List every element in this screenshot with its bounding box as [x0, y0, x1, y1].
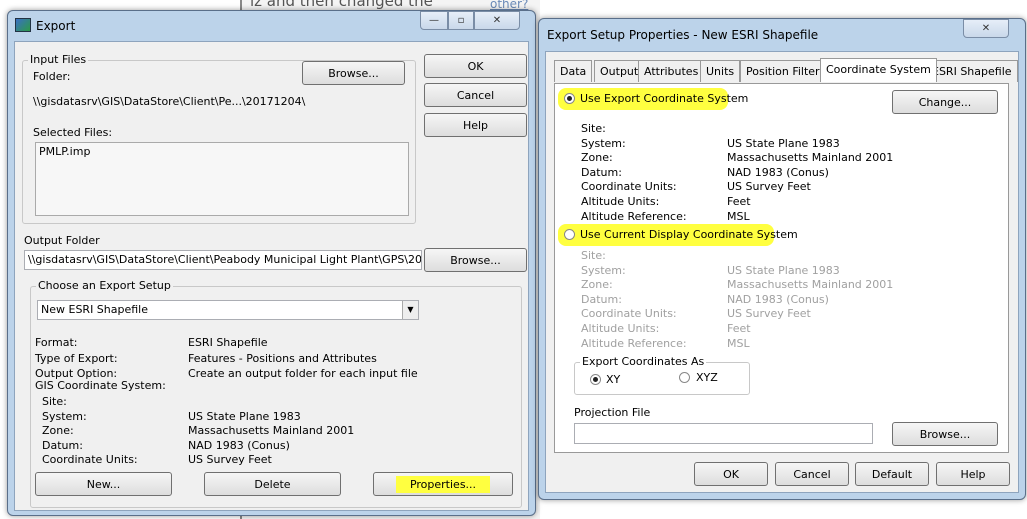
xyz-radio[interactable] [679, 372, 690, 383]
tab-strip: Data Output Attributes Units Position Fi… [554, 58, 1018, 84]
output-folder-field[interactable]: \\gisdatasrv\GIS\DataStore\Client\Peabod… [24, 250, 422, 270]
folder-label: Folder: [33, 70, 71, 83]
properties-button[interactable]: Properties... [373, 472, 513, 496]
input-browse-button[interactable]: Browse... [302, 61, 405, 85]
projection-file-field[interactable] [574, 423, 873, 444]
field-label: Datum: [42, 438, 83, 452]
field-label: Altitude Reference: [581, 336, 687, 350]
field-value: US State Plane 1983 [727, 136, 840, 150]
field-label: Coordinate Units: [581, 307, 677, 321]
field-label: Site: [42, 395, 67, 408]
new-button[interactable]: New... [35, 472, 172, 496]
export-dialog: Export — ▫ ✕ Input Files Folder: Browse.… [7, 10, 536, 516]
projection-file-label: Projection File [574, 406, 651, 419]
field-label: Zone: [42, 424, 74, 437]
field-label: System: [42, 409, 87, 423]
tab-units[interactable]: Units [700, 60, 741, 82]
field-value: ESRI Shapefile [188, 336, 268, 349]
properties-label: Properties... [395, 475, 491, 493]
change-button[interactable]: Change... [892, 90, 998, 114]
selected-files-label: Selected Files: [33, 126, 113, 139]
field-label: Altitude Units: [581, 322, 660, 335]
field-label: Site: [581, 249, 606, 262]
xy-radio[interactable] [590, 374, 601, 385]
xyz-label[interactable]: XYZ [696, 371, 718, 384]
field-value: MSL [727, 336, 750, 350]
app-icon [15, 18, 31, 32]
export-setup-value: New ESRI Shapefile [41, 303, 149, 316]
export-setup-select[interactable]: New ESRI Shapefile ▼ [37, 300, 419, 320]
field-value: US Survey Feet [188, 453, 272, 466]
field-label: Format: [35, 336, 78, 349]
field-value: MSL [727, 209, 750, 223]
field-value: US Survey Feet [727, 307, 811, 321]
tab-esri-shapefile[interactable]: ESRI Shapefile [926, 60, 1018, 82]
field-label: System: [581, 263, 626, 277]
field-label: Zone: [581, 278, 613, 292]
field-label: Site: [581, 122, 606, 135]
help-button[interactable]: Help [424, 113, 527, 137]
field-label: Zone: [581, 151, 613, 165]
projection-browse-button[interactable]: Browse... [892, 422, 998, 446]
field-label: Coordinate Units: [42, 453, 138, 466]
field-value: Create an output folder for each input f… [188, 367, 418, 380]
cancel-button[interactable]: Cancel [775, 462, 849, 486]
selected-files-list[interactable]: PMLP.imp [35, 142, 409, 216]
use-current-radio[interactable] [564, 229, 575, 240]
field-value: Massachusetts Mainland 2001 [188, 424, 355, 437]
field-value: Massachusetts Mainland 2001 [727, 151, 894, 165]
field-value: US State Plane 1983 [188, 409, 301, 423]
output-browse-button[interactable]: Browse... [424, 248, 527, 272]
tab-output[interactable]: Output [594, 60, 645, 82]
field-value: Features - Positions and Attributes [188, 351, 377, 365]
field-label: Datum: [581, 292, 622, 306]
tab-coordinate-system[interactable]: Coordinate System [820, 58, 937, 82]
field-label: Datum: [581, 165, 622, 179]
chevron-down-icon[interactable]: ▼ [402, 301, 418, 319]
use-export-label[interactable]: Use Export Coordinate System [580, 92, 748, 105]
background-text: iz and then changed the [250, 0, 433, 10]
help-button[interactable]: Help [936, 462, 1010, 486]
close-button[interactable]: ✕ [963, 19, 1009, 38]
field-value: US State Plane 1983 [727, 263, 840, 277]
close-button[interactable]: ✕ [474, 11, 520, 30]
field-label: Altitude Reference: [581, 209, 687, 223]
maximize-button[interactable]: ▫ [448, 11, 474, 30]
minimize-button[interactable]: — [420, 11, 448, 30]
export-setup-properties-dialog: Export Setup Properties - New ESRI Shape… [538, 18, 1026, 500]
field-value: Massachusetts Mainland 2001 [727, 278, 894, 292]
use-export-radio[interactable] [564, 93, 575, 104]
tab-data[interactable]: Data [554, 60, 593, 82]
window-title: Export [36, 19, 76, 33]
field-value: NAD 1983 (Conus) [188, 438, 290, 452]
output-folder-label: Output Folder [24, 234, 100, 247]
gcs-label: GIS Coordinate System: [35, 379, 166, 392]
ok-button[interactable]: OK [424, 54, 527, 78]
field-label: Coordinate Units: [581, 180, 677, 194]
export-client: Input Files Folder: Browse... \\gisdatas… [14, 41, 529, 511]
field-value: NAD 1983 (Conus) [727, 292, 829, 306]
export-setup-label: Choose an Export Setup [36, 279, 173, 292]
xy-label[interactable]: XY [606, 373, 620, 386]
ok-button[interactable]: OK [694, 462, 768, 486]
field-label: Type of Export: [35, 351, 118, 365]
field-label: System: [581, 136, 626, 150]
input-files-label: Input Files [28, 53, 89, 66]
cancel-button[interactable]: Cancel [424, 83, 527, 107]
list-item[interactable]: PMLP.imp [39, 145, 405, 158]
tab-position-filter[interactable]: Position Filter [740, 60, 826, 82]
field-value: Feet [727, 195, 751, 208]
window-title: Export Setup Properties - New ESRI Shape… [547, 28, 819, 42]
default-button[interactable]: Default [855, 462, 929, 486]
folder-path: \\gisdatasrv\GIS\DataStore\Client\Pe...\… [33, 95, 306, 108]
field-value: Feet [727, 322, 751, 335]
field-value: NAD 1983 (Conus) [727, 165, 829, 179]
props-client: Data Output Attributes Units Position Fi… [545, 51, 1019, 493]
use-current-label[interactable]: Use Current Display Coordinate System [580, 228, 798, 241]
field-label: Altitude Units: [581, 195, 660, 208]
delete-button[interactable]: Delete [204, 472, 341, 496]
field-value: US Survey Feet [727, 180, 811, 194]
export-coordinates-label: Export Coordinates As [580, 355, 707, 368]
tab-attributes[interactable]: Attributes [638, 60, 705, 82]
